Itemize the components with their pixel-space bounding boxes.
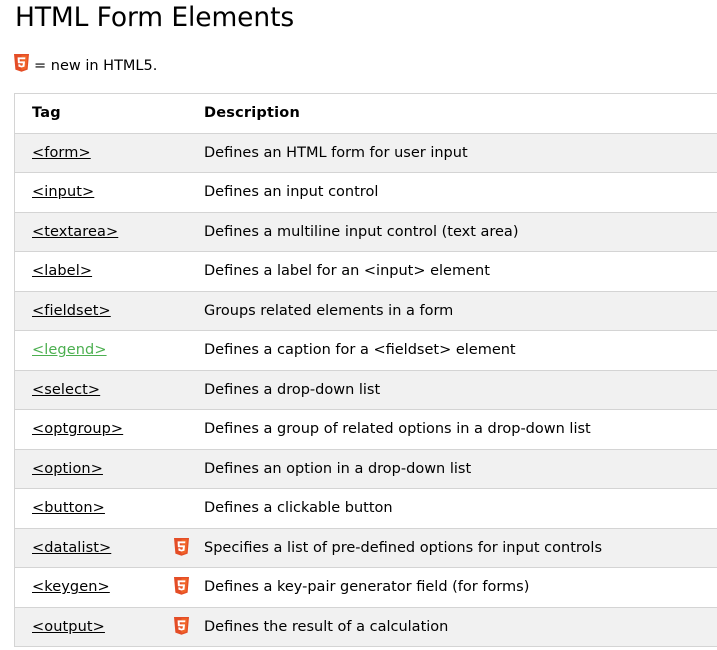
tag-cell: <keygen> (14, 567, 174, 608)
header-description: Description (204, 93, 717, 134)
tag-link[interactable]: <option> (32, 461, 103, 477)
description-cell: Defines an input control (204, 172, 717, 213)
tag-link[interactable]: <fieldset> (32, 303, 111, 319)
description-cell: Defines the result of a calculation (204, 607, 717, 647)
tag-cell: <select> (14, 370, 174, 410)
tag-cell: <option> (14, 449, 174, 489)
table-row: <label> Defines a label for an <input> el… (14, 251, 717, 292)
html5-icon-cell (174, 251, 204, 292)
page-title: HTML Form Elements (15, 2, 295, 33)
table-row: <input> Defines an input control (14, 172, 717, 213)
tag-cell: <label> (14, 251, 174, 292)
tag-cell: <legend> (14, 330, 174, 371)
tag-link[interactable]: <form> (32, 145, 91, 161)
tag-cell: <fieldset> (14, 291, 174, 331)
html5-badge-icon (14, 54, 29, 72)
tag-cell: <datalist> (14, 528, 174, 568)
description-cell: Defines an option in a drop-down list (204, 449, 717, 489)
html5-badge-icon (174, 577, 189, 596)
tag-cell: <button> (14, 488, 174, 529)
html5-icon-cell (174, 330, 204, 371)
tag-cell: <input> (14, 172, 174, 213)
tag-link[interactable]: <input> (32, 184, 94, 200)
html5-icon-cell (174, 133, 204, 173)
tag-link[interactable]: <label> (32, 263, 92, 279)
table-row: <textarea> Defines a multiline input cont… (14, 212, 717, 252)
tag-cell: <textarea> (14, 212, 174, 252)
html5-icon-cell (174, 567, 204, 608)
table-row: <form> Defines an HTML form for user inpu… (14, 133, 717, 173)
table-row: <optgroup> Defines a group of related opt… (14, 409, 717, 450)
description-cell: Groups related elements in a form (204, 291, 717, 331)
form-elements-table: Tag Description <form> Defines an HTML fo… (14, 93, 717, 647)
table-row: <datalist> Specifies a list of pre-define… (14, 528, 717, 568)
html5-icon-cell (174, 607, 204, 647)
table-row: <fieldset> Groups related elements in a f… (14, 291, 717, 331)
html5-icon-cell (174, 449, 204, 489)
html5-icon-cell (174, 528, 204, 568)
html5-icon-cell (174, 291, 204, 331)
tag-link[interactable]: <textarea> (32, 224, 118, 240)
description-cell: Defines a group of related options in a … (204, 409, 717, 450)
description-cell: Defines a multiline input control (text … (204, 212, 717, 252)
table-row: <select> Defines a drop-down list (14, 370, 717, 410)
html5-badge-icon (174, 616, 189, 635)
html5-icon-cell (174, 212, 204, 252)
tag-link[interactable]: <legend> (32, 342, 107, 358)
tag-link[interactable]: <optgroup> (32, 421, 123, 437)
table-body: <form> Defines an HTML form for user inpu… (14, 133, 717, 647)
tag-link[interactable]: <output> (32, 619, 105, 635)
tag-link[interactable]: <datalist> (32, 540, 111, 556)
html5-icon-cell (174, 172, 204, 213)
description-cell: Defines a label for an <input> element (204, 251, 717, 292)
html5-badge-icon (174, 537, 189, 556)
tag-cell: <form> (14, 133, 174, 173)
header-tag: Tag (14, 93, 174, 134)
table-row: <legend> Defines a caption for a <fieldse… (14, 330, 717, 371)
html5-icon-cell (174, 409, 204, 450)
tag-link[interactable]: <keygen> (32, 579, 110, 595)
table-header-row: Tag Description (14, 93, 717, 134)
tag-cell: <output> (14, 607, 174, 647)
description-cell: Defines an HTML form for user input (204, 133, 717, 173)
table-row: <output> Defines the result of a calculat… (14, 607, 717, 647)
description-cell: Defines a drop-down list (204, 370, 717, 410)
description-cell: Specifies a list of pre-defined options … (204, 528, 717, 568)
description-cell: Defines a clickable button (204, 488, 717, 529)
tag-link[interactable]: <button> (32, 500, 105, 516)
html5-legend-text: = new in HTML5. (34, 58, 158, 74)
header-icon-column (174, 93, 204, 134)
table-row: <option> Defines an option in a drop-down… (14, 449, 717, 489)
description-cell: Defines a caption for a <fieldset> eleme… (204, 330, 717, 371)
description-cell: Defines a key-pair generator field (for … (204, 567, 717, 608)
tag-cell: <optgroup> (14, 409, 174, 450)
html5-legend: = new in HTML5. (14, 54, 158, 76)
table-row: <keygen> Defines a key-pair generator fie… (14, 567, 717, 608)
html5-icon-cell (174, 370, 204, 410)
html5-icon-cell (174, 488, 204, 529)
tag-link[interactable]: <select> (32, 382, 100, 398)
table-row: <button> Defines a clickable button (14, 488, 717, 529)
